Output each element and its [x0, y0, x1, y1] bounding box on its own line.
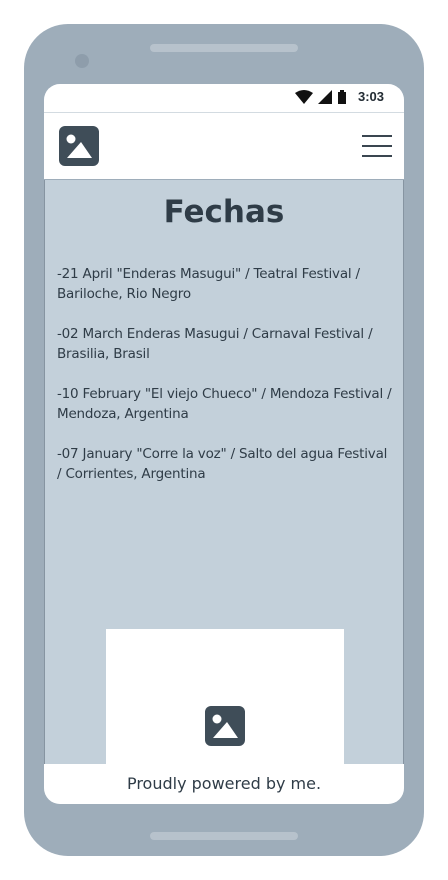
footer-text: Proudly powered by me.: [44, 764, 404, 804]
date-item: -21 April "Enderas Masugui" / Teatral Fe…: [57, 266, 360, 302]
image-placeholder-icon: [205, 706, 245, 746]
hamburger-menu-icon[interactable]: [362, 135, 392, 157]
dates-list: -21 April "Enderas Masugui" / Teatral Fe…: [57, 264, 393, 504]
phone-screen: 3:03 Fechas -21 April "Enderas Masugui" …: [44, 84, 404, 804]
signal-icon: [317, 89, 332, 104]
bottom-speaker: [150, 832, 298, 840]
menu-line: [362, 145, 392, 147]
status-icons: 3:03: [294, 89, 384, 104]
wifi-icon: [294, 89, 313, 104]
menu-line: [362, 135, 392, 137]
battery-icon: [337, 89, 346, 104]
top-speaker: [150, 44, 298, 52]
date-item: -07 January "Corre la voz" / Salto del a…: [57, 446, 388, 482]
date-item: -02 March Enderas Masugui / Carnaval Fes…: [57, 326, 373, 362]
date-item: -10 February "El viejo Chueco" / Mendoza…: [57, 386, 392, 422]
front-camera: [75, 54, 89, 68]
image-placeholder-icon[interactable]: [59, 126, 99, 166]
phone-frame: 3:03 Fechas -21 April "Enderas Masugui" …: [24, 24, 424, 856]
status-time: 3:03: [357, 89, 384, 104]
status-bar: 3:03: [44, 84, 404, 113]
app-bar: [44, 113, 404, 180]
main-content: Fechas -21 April "Enderas Masugui" / Tea…: [44, 180, 404, 804]
page-title: Fechas: [163, 194, 285, 230]
menu-line: [362, 155, 392, 157]
